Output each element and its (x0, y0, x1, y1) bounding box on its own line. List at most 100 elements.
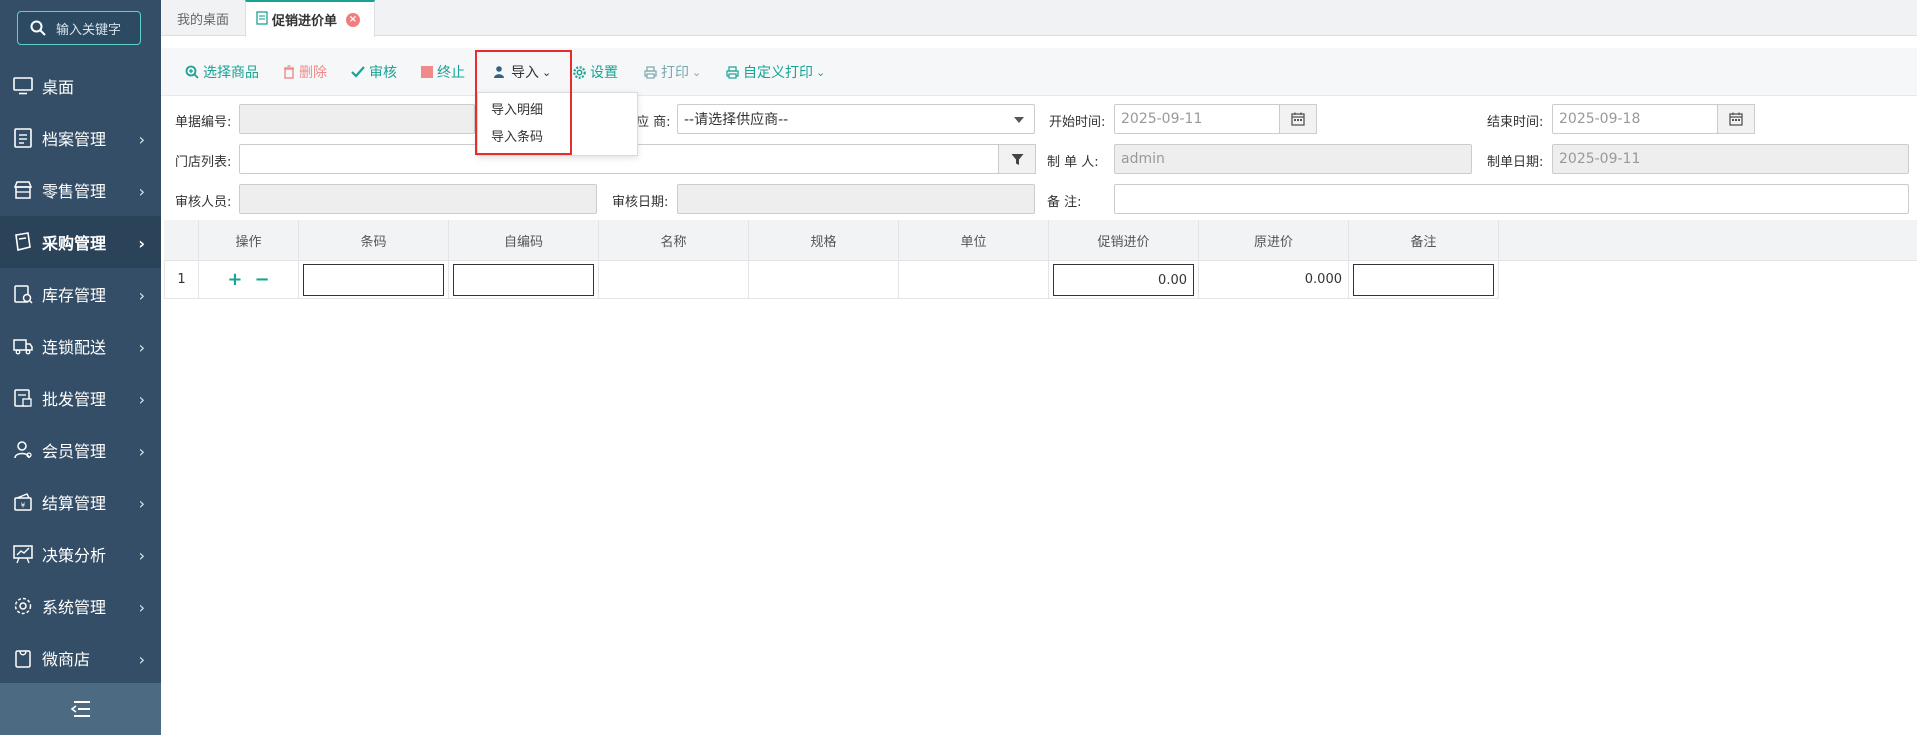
calendar-icon (1291, 112, 1305, 126)
auditor-label: 审核人员: (175, 195, 232, 210)
custom-print-button[interactable]: 自定义打印 ⌄ (726, 48, 825, 96)
truck-icon (12, 335, 34, 357)
tab-label: 促销进价单 (272, 14, 338, 29)
purchase-book-icon (12, 231, 34, 253)
grid-header: 备注 (1349, 220, 1499, 261)
maker-value: admin (1121, 151, 1165, 167)
chevron-right-icon: › (138, 546, 145, 565)
store-filter-button[interactable] (998, 144, 1036, 174)
tab-bar: 我的桌面 促销进价单 × (161, 0, 1917, 37)
grid-header: 原进价 (1199, 220, 1349, 261)
gear-icon (573, 65, 586, 79)
remark-input[interactable] (1114, 184, 1909, 214)
file-list-icon (12, 127, 34, 149)
caret-down-icon (1014, 117, 1024, 123)
sidebar-item-archive[interactable]: 档案管理 › (0, 112, 161, 164)
supplier-label: 应 商: (636, 115, 671, 130)
remove-row-icon[interactable]: − (255, 269, 270, 290)
row-actions: + − (199, 261, 299, 299)
sidebar-item-micro-store[interactable]: 微商店 › (0, 632, 161, 684)
wholesale-icon (12, 387, 34, 409)
selfcode-input[interactable] (453, 264, 594, 296)
promo-price-input[interactable]: 0.00 (1053, 264, 1194, 296)
supplier-select-value: --请选择供应商-- (684, 112, 789, 128)
sidebar-item-chain-delivery[interactable]: 连锁配送 › (0, 320, 161, 372)
row-number-value: 1 (177, 272, 186, 287)
stop-button[interactable]: 终止 (421, 48, 465, 96)
stop-square-icon (421, 66, 433, 78)
add-row-icon[interactable]: + (227, 269, 242, 290)
select-goods-label: 选择商品 (203, 65, 259, 81)
sidebar-item-desktop[interactable]: 桌面 (0, 60, 161, 112)
sidebar-item-label: 桌面 (42, 78, 75, 97)
trash-icon (283, 65, 295, 79)
shopping-bag-icon (12, 647, 34, 669)
check-icon (351, 66, 365, 78)
supplier-select[interactable]: --请选择供应商-- (677, 104, 1035, 134)
member-icon (12, 439, 34, 461)
sidebar-collapse-button[interactable] (0, 683, 161, 735)
sidebar-item-label: 会员管理 (42, 442, 107, 461)
chevron-right-icon: › (138, 182, 145, 201)
close-icon[interactable]: × (346, 13, 360, 27)
grid-header: 名称 (599, 220, 749, 261)
barcode-cell (299, 261, 449, 299)
gear-icon (12, 595, 34, 617)
select-goods-button[interactable]: 选择商品 (185, 48, 259, 96)
promo-price-cell: 0.00 (1049, 261, 1199, 299)
audit-button[interactable]: 审核 (351, 48, 397, 96)
sidebar-item-wholesale[interactable]: 批发管理 › (0, 372, 161, 424)
toolbar: 选择商品 删除 审核 终止 导入 ⌄ 设置 打印 ⌄ 自定义打印 ⌄ (161, 48, 1917, 96)
start-calendar-button[interactable] (1279, 104, 1317, 134)
sidebar-item-member[interactable]: 会员管理 › (0, 424, 161, 476)
sidebar-item-settlement[interactable]: ¥ 结算管理 › (0, 476, 161, 528)
sidebar-item-inventory[interactable]: 库存管理 › (0, 268, 161, 320)
row-remark-input[interactable] (1353, 264, 1494, 296)
chevron-right-icon: › (138, 442, 145, 461)
tab-promo-purchase-order[interactable]: 促销进价单 × (245, 0, 375, 37)
orig-price-value: 0.000 (1304, 272, 1342, 287)
sidebar-item-retail[interactable]: 零售管理 › (0, 164, 161, 216)
sidebar-item-system[interactable]: 系统管理 › (0, 580, 161, 632)
doc-no-field[interactable] (239, 104, 475, 134)
grid-header-filler (1497, 220, 1917, 261)
sidebar-item-label: 库存管理 (42, 286, 107, 305)
end-calendar-button[interactable] (1717, 104, 1755, 134)
sidebar-item-purchase[interactable]: 采购管理 › (0, 216, 161, 268)
sidebar-item-label: 档案管理 (42, 130, 107, 149)
delete-label: 删除 (299, 65, 327, 81)
search-box[interactable]: 输入关键字 (17, 11, 141, 45)
calendar-icon (1729, 112, 1743, 126)
printer-icon (644, 65, 657, 79)
audit-label: 审核 (369, 65, 397, 81)
monitor-icon (12, 75, 34, 97)
print-button[interactable]: 打印 ⌄ (644, 48, 701, 96)
delete-button[interactable]: 删除 (283, 48, 327, 96)
collapse-menu-icon (70, 701, 90, 717)
search-plus-icon (185, 65, 199, 79)
end-time-value: 2025-09-18 (1559, 111, 1641, 127)
stop-label: 终止 (437, 65, 465, 81)
table-row-number: 1 (164, 261, 199, 299)
chevron-right-icon: › (138, 650, 145, 669)
audit-date-label: 审核日期: (612, 195, 669, 210)
settings-button[interactable]: 设置 (573, 48, 618, 96)
start-time-input[interactable]: 2025-09-11 (1114, 104, 1280, 134)
chevron-right-icon: › (138, 234, 145, 253)
end-time-input[interactable]: 2025-09-18 (1552, 104, 1718, 134)
search-icon (30, 20, 46, 36)
sidebar-item-analysis[interactable]: 决策分析 › (0, 528, 161, 580)
sidebar-item-label: 采购管理 (42, 234, 107, 253)
end-time-label: 结束时间: (1487, 115, 1544, 130)
selfcode-cell (449, 261, 599, 299)
tab-my-desktop[interactable]: 我的桌面 (167, 0, 245, 36)
grid-header: 操作 (199, 220, 299, 261)
barcode-input[interactable] (303, 264, 444, 296)
custom-print-label: 自定义打印 (743, 65, 813, 81)
maker-field: admin (1114, 144, 1472, 174)
grid-header: 条码 (299, 220, 449, 261)
chevron-down-icon: ⌄ (692, 65, 702, 79)
chevron-right-icon: › (138, 130, 145, 149)
make-date-field: 2025-09-11 (1552, 144, 1909, 174)
unit-cell (899, 261, 1049, 299)
